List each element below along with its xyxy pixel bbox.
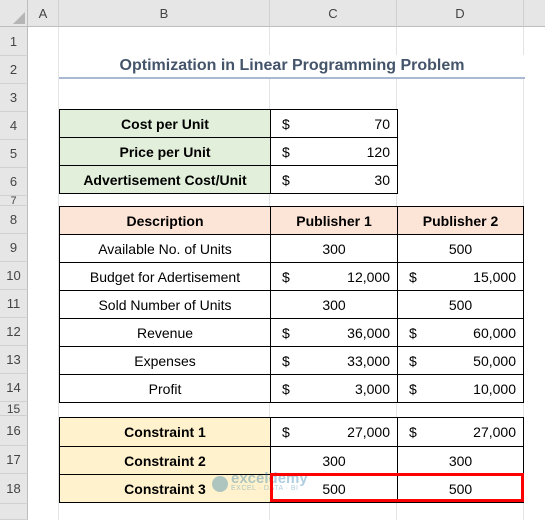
row-header[interactable]: 4 [0, 112, 28, 140]
cell-value: 15,000 [473, 268, 516, 285]
cell-revenue-p2[interactable]: $ 60,000 [397, 318, 524, 347]
constraint-3-p2[interactable]: 500 [397, 474, 524, 503]
currency-symbol: $ [282, 115, 290, 132]
cell-value: 70 [374, 115, 390, 132]
row-header[interactable]: 11 [0, 290, 28, 318]
cell-value: 33,000 [347, 352, 390, 369]
row-header[interactable]: 10 [0, 262, 28, 290]
currency-symbol: $ [282, 380, 290, 397]
cell-profit-p1[interactable]: $ 3,000 [270, 374, 398, 403]
currency-symbol: $ [409, 324, 417, 341]
input-label-price[interactable]: Price per Unit [59, 137, 271, 166]
row-header[interactable]: 8 [0, 206, 28, 234]
row-label-profit[interactable]: Profit [59, 374, 271, 403]
row-header[interactable]: 15 [0, 402, 28, 416]
cell-value: 27,000 [473, 424, 516, 440]
currency-symbol: $ [409, 380, 417, 397]
currency-symbol: $ [282, 324, 290, 341]
cell-expenses-p2[interactable]: $ 50,000 [397, 346, 524, 375]
row-header[interactable]: 14 [0, 374, 28, 402]
row-header[interactable] [0, 504, 28, 520]
cell-value: 60,000 [473, 324, 516, 341]
row-header[interactable]: 9 [0, 234, 28, 262]
table-header-description[interactable]: Description [59, 206, 271, 235]
currency-symbol: $ [282, 143, 290, 160]
cell-value: 12,000 [347, 268, 390, 285]
row-header[interactable]: 3 [0, 84, 28, 112]
row-header[interactable]: 5 [0, 140, 28, 168]
currency-symbol: $ [409, 352, 417, 369]
currency-symbol: $ [282, 268, 290, 285]
cell-value: 120 [366, 143, 390, 160]
row-label-budget[interactable]: Budget for Adertisement [59, 262, 271, 291]
currency-symbol: $ [282, 352, 290, 369]
column-header-a[interactable]: A [28, 0, 59, 27]
constraint-2-p1[interactable]: 300 [270, 446, 398, 475]
column-header-e[interactable] [524, 0, 545, 27]
table-header-publisher-1[interactable]: Publisher 1 [270, 206, 398, 235]
row-label-sold-units[interactable]: Sold Number of Units [59, 290, 271, 319]
row-label-expenses[interactable]: Expenses [59, 346, 271, 375]
cell-budget-p2[interactable]: $ 15,000 [397, 262, 524, 291]
constraint-2-p2[interactable]: 300 [397, 446, 524, 475]
cell-available-units-p2[interactable]: 500 [397, 234, 524, 263]
constraint-3-label[interactable]: Constraint 3 [59, 474, 271, 503]
currency-symbol: $ [282, 424, 290, 440]
row-header[interactable]: 12 [0, 318, 28, 346]
input-label-cost[interactable]: Cost per Unit [59, 109, 271, 138]
cell-sold-units-p2[interactable]: 500 [397, 290, 524, 319]
column-header-d[interactable]: D [397, 0, 524, 27]
input-value-ad-cost[interactable]: $ 30 [270, 165, 398, 194]
cell-value: 27,000 [347, 424, 390, 440]
cell-value: 3,000 [354, 380, 390, 397]
select-all-triangle-icon [13, 12, 25, 24]
table-header-publisher-2[interactable]: Publisher 2 [397, 206, 524, 235]
cell-value: 30 [374, 171, 390, 188]
input-value-price[interactable]: $ 120 [270, 137, 398, 166]
row-header[interactable]: 18 [0, 474, 28, 504]
cell-budget-p1[interactable]: $ 12,000 [270, 262, 398, 291]
constraint-1-label[interactable]: Constraint 1 [59, 417, 271, 447]
cell-value: 50,000 [473, 352, 516, 369]
input-value-cost[interactable]: $ 70 [270, 109, 398, 138]
row-header[interactable]: 1 [0, 27, 28, 56]
row-label-revenue[interactable]: Revenue [59, 318, 271, 347]
row-header[interactable]: 2 [0, 56, 28, 84]
input-label-ad-cost[interactable]: Advertisement Cost/Unit [59, 165, 271, 194]
sheet-title[interactable]: Optimization in Linear Programming Probl… [59, 55, 525, 79]
row-header[interactable]: 7 [0, 195, 28, 207]
constraint-1-p1[interactable]: $ 27,000 [270, 417, 398, 447]
currency-symbol: $ [282, 171, 290, 188]
cell-value: 10,000 [473, 380, 516, 397]
row-header[interactable]: 13 [0, 346, 28, 374]
cell-sold-units-p1[interactable]: 300 [270, 290, 398, 319]
cell-expenses-p1[interactable]: $ 33,000 [270, 346, 398, 375]
row-header[interactable]: 17 [0, 446, 28, 474]
constraint-3-p1[interactable]: 500 [270, 474, 398, 503]
row-header[interactable]: 16 [0, 416, 28, 446]
row-header[interactable]: 6 [0, 168, 28, 196]
constraint-1-p2[interactable]: $ 27,000 [397, 417, 524, 447]
cell-available-units-p1[interactable]: 300 [270, 234, 398, 263]
select-all-corner[interactable] [0, 0, 28, 27]
currency-symbol: $ [409, 268, 417, 285]
cell-profit-p2[interactable]: $ 10,000 [397, 374, 524, 403]
column-header-c[interactable]: C [270, 0, 397, 27]
cell-revenue-p1[interactable]: $ 36,000 [270, 318, 398, 347]
row-label-available-units[interactable]: Available No. of Units [59, 234, 271, 263]
cell-value: 36,000 [347, 324, 390, 341]
column-header-b[interactable]: B [59, 0, 270, 27]
currency-symbol: $ [409, 424, 417, 440]
constraint-2-label[interactable]: Constraint 2 [59, 446, 271, 475]
